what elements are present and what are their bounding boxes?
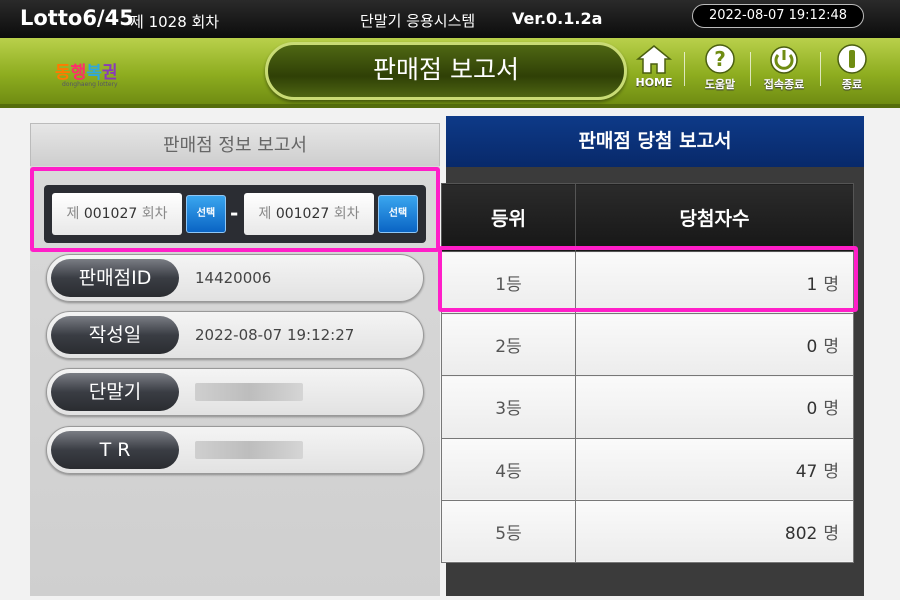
store-id-label: 판매점ID [51,259,179,297]
store-id-row: 판매점ID 14420006 [46,254,424,302]
disconnect-button[interactable]: 접속종료 [758,42,810,98]
help-icon: ? [694,42,746,76]
winner-count-table: 등위 당첨자수 1등 1명 2등 0명 3등 0명 4등 47 명 5등 802… [441,183,854,564]
tab-store-info-report[interactable]: 판매점 정보 보고서 [30,123,440,167]
current-round: 제 1028 회차 [130,13,220,31]
highlight-first-rank-row [438,246,858,312]
tr-label: T R [51,431,179,469]
terminal-label: 단말기 [51,373,179,411]
rank-cell: 5등 [441,499,576,564]
rank-cell: 4등 [441,437,576,501]
created-date-row: 작성일 2022-08-07 19:12:27 [46,311,424,359]
tab-store-win-report[interactable]: 판매점 당첨 보고서 [446,116,864,167]
winner-count-cell: 47 명 [575,437,854,501]
brand-label: Lotto6/45 [20,6,134,30]
rank-cell: 3등 [441,375,576,439]
terminal-screen: Lotto6/45 제 1028 회차 단말기 응용시스템 Ver.0.1.2a… [0,0,900,600]
terminal-value-redacted [195,383,303,401]
tr-row: T R [46,426,424,474]
donghaeng-logo: 동행복권 donghaeng lottery [55,63,118,88]
rank-cell: 2등 [441,313,576,377]
winner-count-cell: 0명 [575,313,854,377]
table-row: 3등 0명 [441,375,854,439]
column-header-winners: 당첨자수 [575,183,854,252]
created-date-label: 작성일 [51,316,179,354]
winner-count-cell: 0명 [575,375,854,439]
power-icon [758,42,810,76]
tr-value-redacted [195,441,303,459]
created-date-value: 2022-08-07 19:12:27 [195,326,355,344]
top-status-bar: Lotto6/45 제 1028 회차 단말기 응용시스템 Ver.0.1.2a… [0,0,900,38]
header-bar: 동행복권 donghaeng lottery 판매점 보고서 HOME ? 도움… [0,38,900,108]
exit-icon [826,42,878,76]
table-row: 2등 0명 [441,313,854,377]
home-icon [628,42,680,76]
system-name: 단말기 응용시스템 [360,12,476,30]
header-separator [750,52,751,86]
table-row: 4등 47 명 [441,437,854,501]
terminal-row: 단말기 [46,368,424,416]
highlight-round-range [30,167,440,252]
table-row: 5등 802 명 [441,499,854,564]
version-label: Ver.0.1.2a [512,9,603,28]
winner-count-cell: 802 명 [575,499,854,564]
store-id-value: 14420006 [195,269,272,287]
header-separator [820,52,821,86]
help-button[interactable]: ? 도움말 [694,42,746,98]
column-header-rank: 등위 [441,183,576,252]
home-button[interactable]: HOME [628,42,680,98]
exit-button[interactable]: 종료 [826,42,878,98]
header-separator [684,52,685,86]
svg-text:?: ? [714,47,726,71]
table-header-row: 등위 당첨자수 [441,183,854,252]
clock-display: 2022-08-07 19:12:48 [692,4,864,28]
page-title: 판매점 보고서 [265,42,627,100]
